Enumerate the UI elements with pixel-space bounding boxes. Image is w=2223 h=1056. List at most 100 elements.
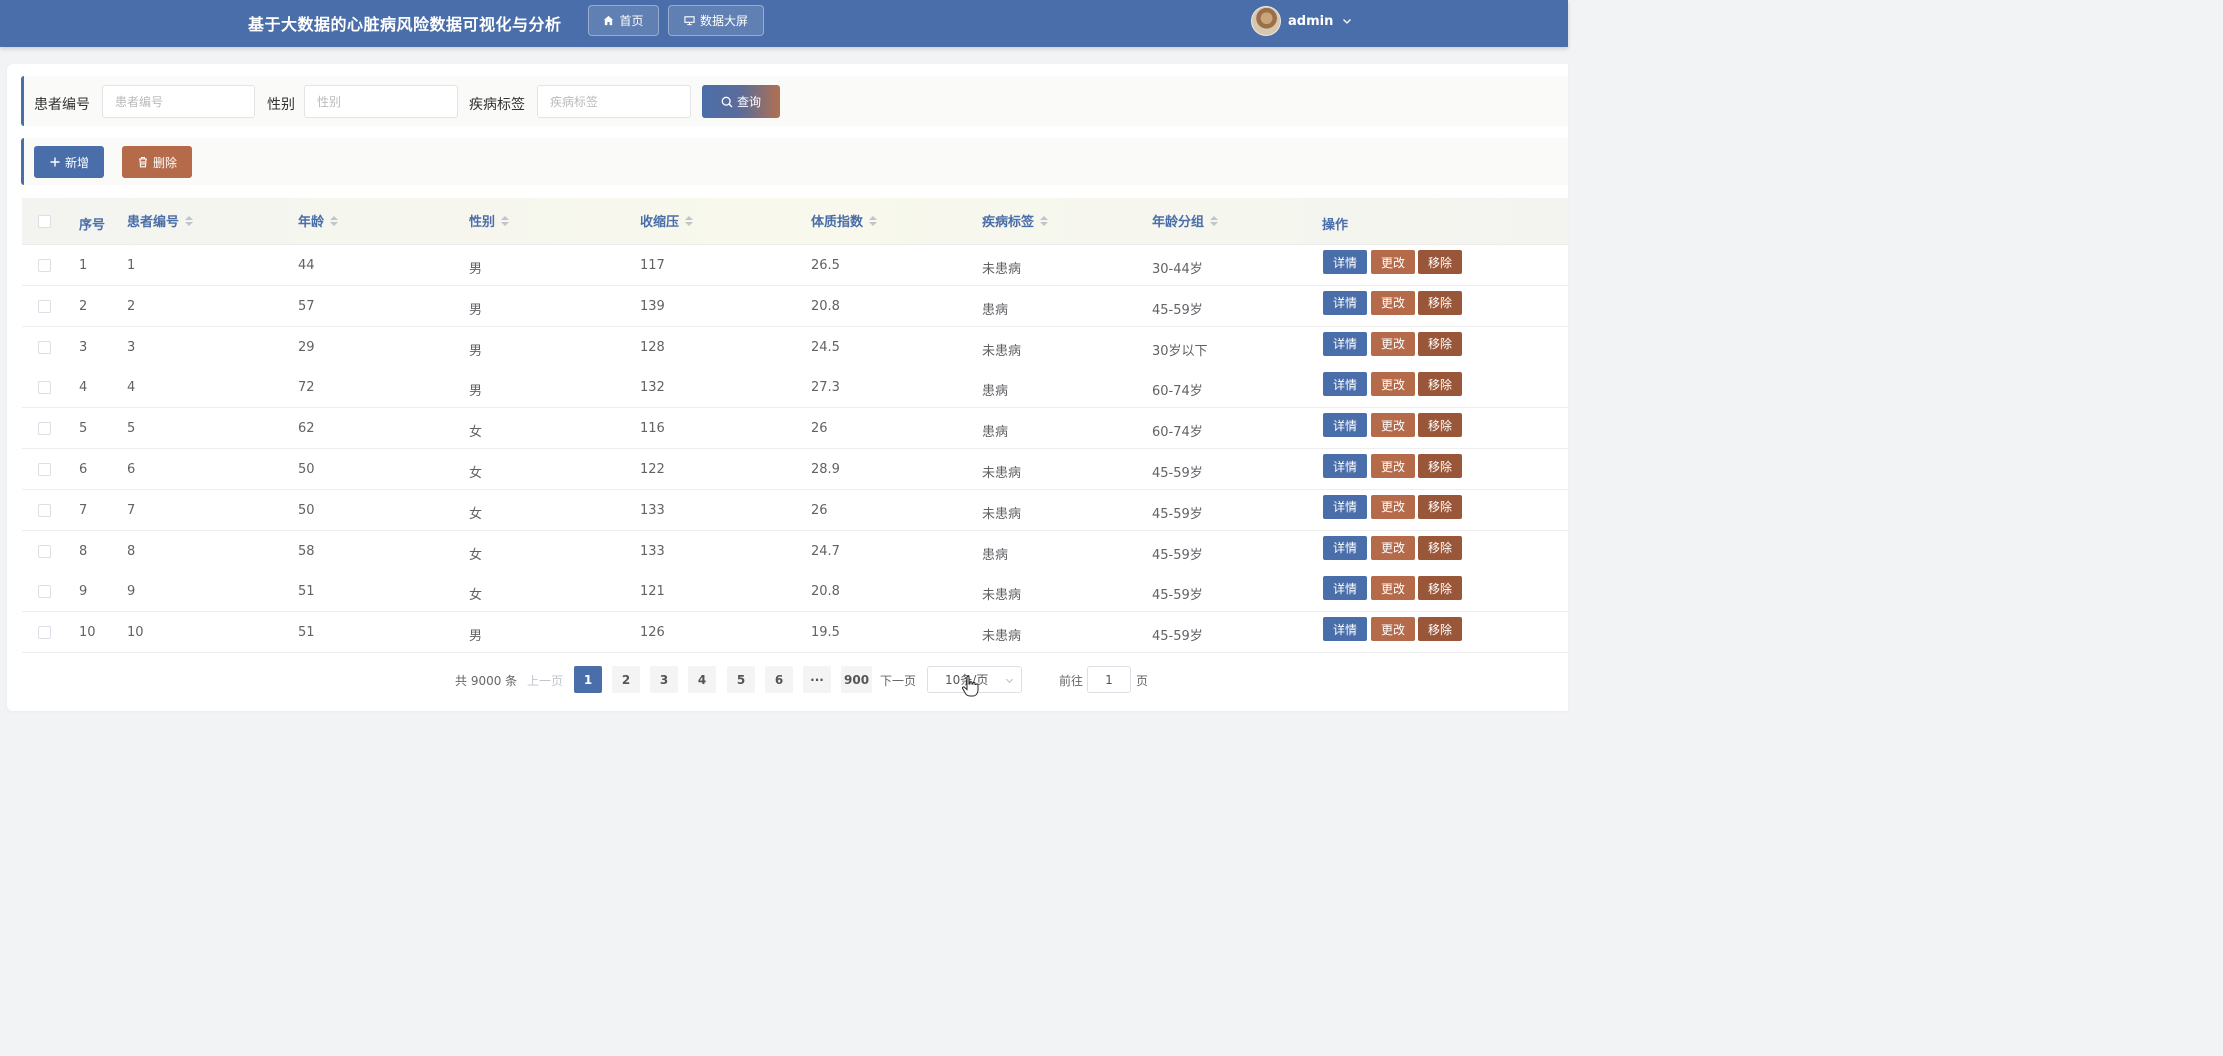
remove-button[interactable]: 移除 — [1418, 372, 1462, 397]
edit-button[interactable]: 更改 — [1371, 617, 1415, 642]
table-row[interactable]: 10 10 51 男 126 19.5 未患病 45-59岁 详情 更改 移除 — [22, 612, 1568, 654]
edit-button[interactable]: 更改 — [1371, 331, 1415, 356]
table-row[interactable]: 5 5 62 女 116 26 患病 60-74岁 详情 更改 移除 — [22, 408, 1568, 450]
sort-icon[interactable] — [1040, 215, 1049, 226]
user-menu[interactable]: admin — [1251, 6, 1352, 36]
remove-button[interactable]: 移除 — [1418, 617, 1462, 642]
add-button[interactable]: 新增 — [34, 146, 104, 178]
sort-icon[interactable] — [330, 215, 339, 226]
col-disease-tag[interactable]: 疾病标签 — [982, 211, 1049, 230]
cell-age: 51 — [298, 625, 315, 641]
table-row[interactable]: 1 1 44 男 117 26.5 未患病 30-44岁 详情 更改 移除 — [22, 245, 1568, 286]
dashboard-icon — [684, 16, 695, 26]
detail-button[interactable]: 详情 — [1323, 535, 1367, 560]
delete-button[interactable]: 删除 — [122, 146, 192, 178]
detail-button[interactable]: 详情 — [1323, 331, 1367, 356]
col-bmi[interactable]: 体质指数 — [811, 211, 878, 230]
detail-button[interactable]: 详情 — [1323, 372, 1367, 397]
avatar[interactable] — [1251, 6, 1281, 36]
detail-button[interactable]: 详情 — [1323, 413, 1367, 438]
remove-button[interactable]: 移除 — [1418, 290, 1462, 315]
table-row[interactable]: 6 6 50 女 122 28.9 未患病 45-59岁 详情 更改 移除 — [22, 449, 1568, 490]
detail-button[interactable]: 详情 — [1323, 494, 1367, 519]
select-all-checkbox[interactable] — [38, 215, 51, 228]
cell-index: 8 — [79, 543, 88, 559]
edit-button[interactable]: 更改 — [1371, 454, 1415, 478]
page-number[interactable]: 900 — [841, 666, 873, 693]
row-checkbox[interactable] — [38, 463, 51, 476]
user-name[interactable]: admin — [1288, 14, 1333, 29]
cell-gender: 男 — [469, 343, 483, 359]
remove-button[interactable]: 移除 — [1418, 535, 1462, 560]
row-checkbox[interactable] — [38, 585, 51, 599]
remove-button[interactable]: 移除 — [1418, 454, 1462, 478]
table-row[interactable]: 4 4 72 男 132 27.3 患病 60-74岁 详情 更改 移除 — [22, 367, 1568, 409]
remove-button[interactable]: 移除 — [1418, 331, 1462, 356]
sort-icon[interactable] — [185, 215, 194, 226]
search-icon — [721, 96, 733, 107]
cell-age-group: 45-59岁 — [1152, 302, 1203, 318]
detail-button[interactable]: 详情 — [1323, 250, 1367, 274]
page-number[interactable]: 5 — [727, 666, 755, 693]
table-row[interactable]: 9 9 51 女 121 20.8 未患病 45-59岁 详情 更改 移除 — [22, 571, 1568, 613]
row-checkbox[interactable] — [38, 544, 51, 558]
patient-id-input[interactable] — [102, 85, 255, 118]
next-page-button[interactable]: 下一页 — [880, 672, 916, 689]
table-row[interactable]: 3 3 29 男 128 24.5 未患病 30岁以下 详情 更改 移除 — [22, 326, 1568, 368]
row-checkbox[interactable] — [38, 422, 51, 436]
cell-disease-tag: 未患病 — [982, 262, 1022, 277]
edit-button[interactable]: 更改 — [1371, 576, 1415, 601]
table-row[interactable]: 2 2 57 男 139 20.8 患病 45-59岁 详情 更改 移除 — [22, 285, 1568, 327]
page-number[interactable]: 2 — [612, 666, 640, 693]
sort-icon[interactable] — [685, 215, 694, 226]
nav-dashboard-button[interactable]: 数据大屏 — [668, 5, 764, 36]
cell-disease-tag: 患病 — [982, 425, 1009, 441]
remove-button[interactable]: 移除 — [1418, 494, 1462, 519]
edit-button[interactable]: 更改 — [1371, 372, 1415, 397]
edit-button[interactable]: 更改 — [1371, 250, 1415, 274]
row-checkbox[interactable] — [38, 340, 51, 354]
total-count: 共 9000 条 — [455, 674, 518, 688]
cell-bmi: 24.5 — [811, 339, 840, 355]
goto-page-input[interactable] — [1087, 666, 1131, 693]
remove-button[interactable]: 移除 — [1418, 413, 1462, 438]
nav-home-button[interactable]: 首页 — [588, 5, 659, 36]
row-checkbox[interactable] — [38, 381, 51, 395]
gender-label: 性别 — [267, 97, 295, 113]
gender-input[interactable] — [304, 85, 458, 118]
page-number[interactable]: 4 — [688, 666, 716, 693]
remove-button[interactable]: 移除 — [1418, 576, 1462, 601]
query-button[interactable]: 查询 — [702, 85, 780, 118]
edit-button[interactable]: 更改 — [1371, 494, 1415, 519]
detail-button[interactable]: 详情 — [1323, 617, 1367, 642]
detail-button[interactable]: 详情 — [1323, 290, 1367, 315]
row-checkbox[interactable] — [38, 626, 51, 640]
page-number[interactable]: 6 — [765, 666, 793, 693]
page-number[interactable]: 3 — [650, 666, 678, 693]
col-age[interactable]: 年龄 — [298, 211, 339, 230]
edit-button[interactable]: 更改 — [1371, 413, 1415, 438]
remove-button[interactable]: 移除 — [1418, 250, 1462, 274]
cell-index: 3 — [79, 339, 88, 355]
disease-tag-input[interactable] — [537, 85, 691, 118]
col-gender[interactable]: 性别 — [469, 211, 510, 230]
chevron-down-icon[interactable] — [1342, 16, 1352, 26]
page-number[interactable]: 1 — [574, 666, 602, 693]
page-ellipsis[interactable]: ··· — [803, 666, 831, 693]
col-systolic[interactable]: 收缩压 — [640, 211, 694, 230]
detail-button[interactable]: 详情 — [1323, 454, 1367, 478]
row-checkbox[interactable] — [38, 299, 51, 313]
detail-button[interactable]: 详情 — [1323, 576, 1367, 601]
edit-button[interactable]: 更改 — [1371, 290, 1415, 315]
sort-icon[interactable] — [869, 215, 878, 226]
row-checkbox[interactable] — [38, 259, 51, 272]
row-checkbox[interactable] — [38, 503, 51, 517]
sort-icon[interactable] — [501, 215, 510, 226]
table-row[interactable]: 8 8 58 女 133 24.7 患病 45-59岁 详情 更改 移除 — [22, 530, 1568, 572]
sort-icon[interactable] — [1210, 215, 1219, 226]
col-age-group[interactable]: 年龄分组 — [1152, 211, 1219, 230]
table-row[interactable]: 7 7 50 女 133 26 未患病 45-59岁 详情 更改 移除 — [22, 489, 1568, 531]
edit-button[interactable]: 更改 — [1371, 535, 1415, 560]
prev-page-button[interactable]: 上一页 — [527, 672, 563, 689]
col-patient-id[interactable]: 患者编号 — [127, 211, 194, 230]
